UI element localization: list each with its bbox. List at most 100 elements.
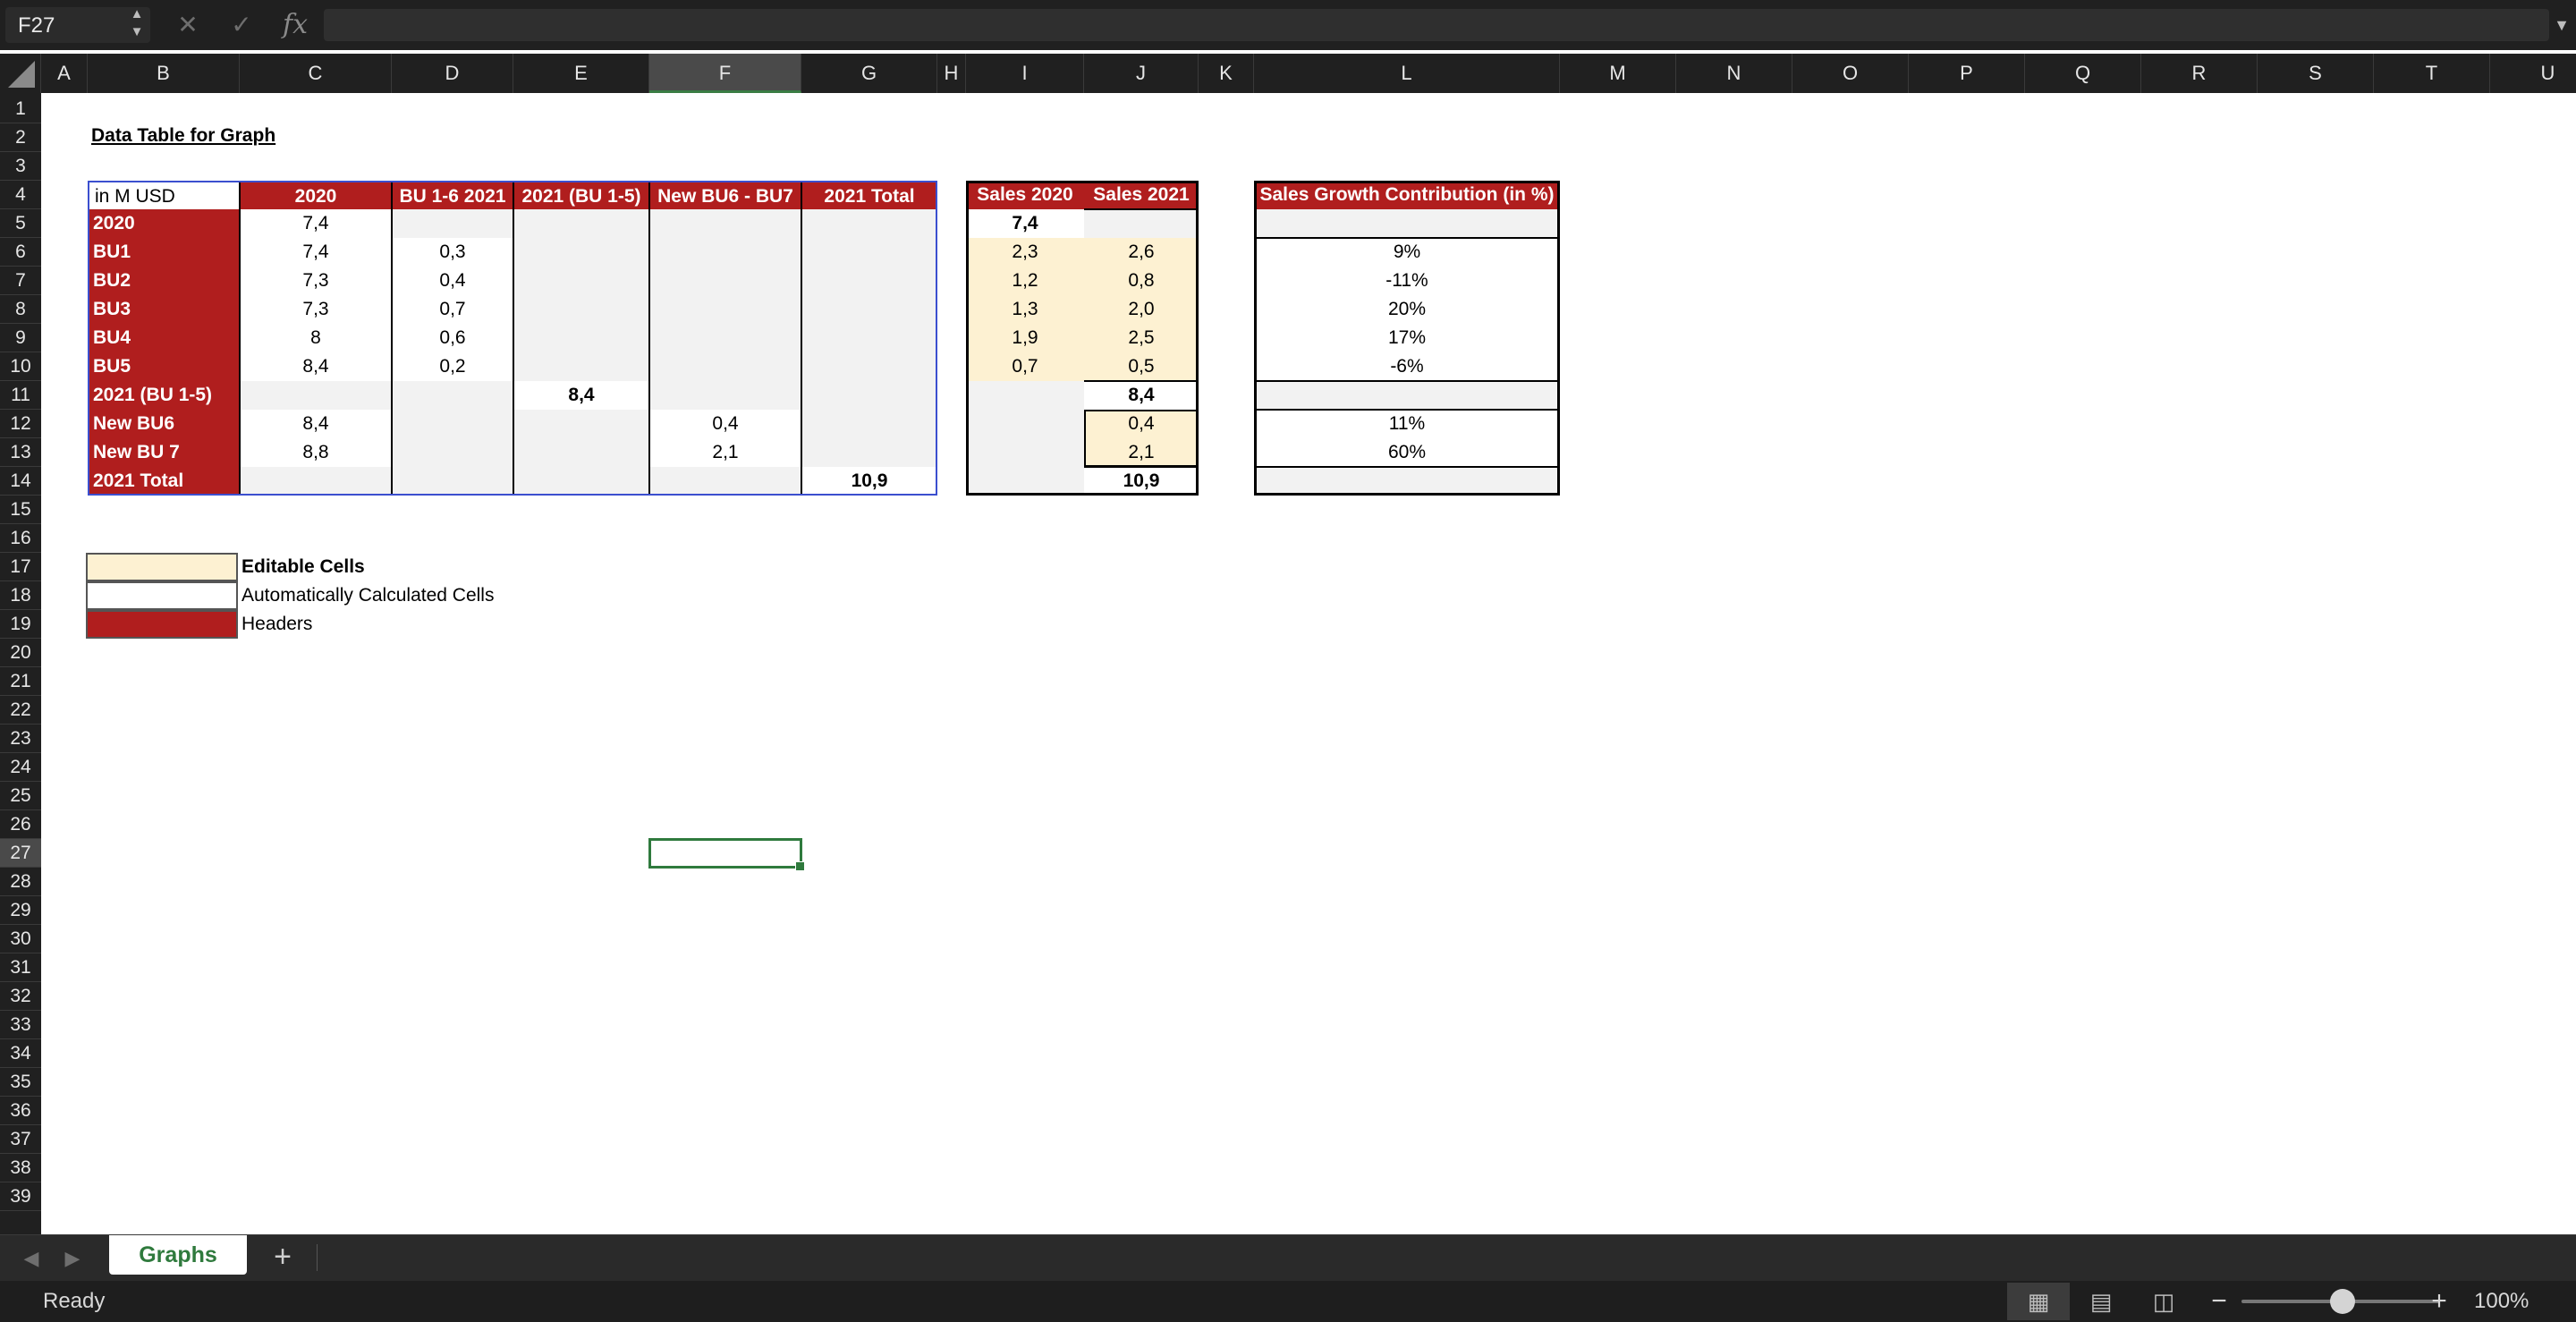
legend-label[interactable]: Automatically Calculated Cells bbox=[242, 581, 494, 610]
sales-cell[interactable]: 2,6 bbox=[1084, 238, 1199, 267]
table-cell[interactable] bbox=[801, 352, 937, 381]
table-cell[interactable] bbox=[240, 381, 392, 410]
table-cell[interactable] bbox=[513, 410, 649, 438]
row-header-10[interactable]: 10 bbox=[0, 352, 41, 381]
row-label[interactable]: BU4 bbox=[88, 324, 240, 352]
name-box-stepper[interactable]: ▲ ▼ bbox=[127, 5, 147, 45]
row-header-27[interactable]: 27 bbox=[0, 839, 41, 868]
table-cell[interactable]: 7,3 bbox=[240, 295, 392, 324]
legend-label[interactable]: Headers bbox=[242, 610, 312, 639]
row-header-18[interactable]: 18 bbox=[0, 581, 41, 610]
row-header-32[interactable]: 32 bbox=[0, 982, 41, 1011]
row-header-14[interactable]: 14 bbox=[0, 467, 41, 496]
table-cell[interactable]: 0,4 bbox=[392, 267, 513, 295]
growth-cell[interactable]: -6% bbox=[1254, 352, 1560, 381]
sales-cell[interactable]: 0,8 bbox=[1084, 267, 1199, 295]
table-cell[interactable]: 0,3 bbox=[392, 238, 513, 267]
growth-cell[interactable] bbox=[1254, 467, 1560, 496]
table-cell[interactable]: 2,1 bbox=[649, 438, 801, 467]
sales-cell[interactable]: 8,4 bbox=[1084, 381, 1199, 410]
growth-header[interactable]: Sales Growth Contribution (in %) bbox=[1254, 181, 1560, 209]
row-header-13[interactable]: 13 bbox=[0, 438, 41, 467]
row-header-19[interactable]: 19 bbox=[0, 610, 41, 639]
column-header-b[interactable]: B bbox=[88, 54, 240, 93]
legend-swatch[interactable] bbox=[86, 610, 238, 639]
table-cell[interactable] bbox=[649, 467, 801, 496]
row-header-6[interactable]: 6 bbox=[0, 238, 41, 267]
table-cell[interactable] bbox=[649, 209, 801, 238]
column-header-r[interactable]: R bbox=[2141, 54, 2258, 93]
row-label[interactable]: New BU6 bbox=[88, 410, 240, 438]
row-header-25[interactable]: 25 bbox=[0, 782, 41, 810]
row-header-37[interactable]: 37 bbox=[0, 1125, 41, 1154]
row-header-4[interactable]: 4 bbox=[0, 181, 41, 209]
table-cell[interactable] bbox=[513, 209, 649, 238]
table-cell[interactable]: 0,2 bbox=[392, 352, 513, 381]
table-cell[interactable] bbox=[649, 238, 801, 267]
zoom-level[interactable]: 100% bbox=[2474, 1281, 2529, 1322]
column-header-l[interactable]: L bbox=[1254, 54, 1560, 93]
sales-cell[interactable]: 10,9 bbox=[1084, 467, 1199, 496]
sales-cell[interactable]: 2,1 bbox=[1084, 438, 1199, 467]
column-header-g[interactable]: G bbox=[801, 54, 937, 93]
row-header-8[interactable]: 8 bbox=[0, 295, 41, 324]
table-cell[interactable]: 7,4 bbox=[240, 209, 392, 238]
row-header-16[interactable]: 16 bbox=[0, 524, 41, 553]
growth-cell[interactable]: -11% bbox=[1254, 267, 1560, 295]
table-cell[interactable] bbox=[392, 467, 513, 496]
spreadsheet-grid[interactable]: Data Table for Graph in M USD 2020 BU 1-6 … bbox=[41, 93, 2576, 1234]
chevron-right-icon[interactable]: ▶ bbox=[59, 1244, 86, 1273]
table-cell[interactable] bbox=[801, 438, 937, 467]
zoom-slider-thumb[interactable] bbox=[2330, 1289, 2355, 1314]
row-label[interactable]: 2020 bbox=[88, 209, 240, 238]
row-header-24[interactable]: 24 bbox=[0, 753, 41, 782]
row-header-28[interactable]: 28 bbox=[0, 868, 41, 896]
table-cell[interactable]: 10,9 bbox=[801, 467, 937, 496]
table-cell[interactable] bbox=[513, 238, 649, 267]
sales-cell[interactable]: 1,2 bbox=[966, 267, 1084, 295]
table-cell[interactable] bbox=[513, 352, 649, 381]
table-cell[interactable] bbox=[801, 267, 937, 295]
page-break-view-button[interactable]: ◫ bbox=[2132, 1283, 2195, 1320]
zoom-in-button[interactable]: + bbox=[2426, 1281, 2453, 1322]
row-header-38[interactable]: 38 bbox=[0, 1154, 41, 1182]
active-cell-selection[interactable] bbox=[648, 838, 805, 871]
sales-cell[interactable]: 1,9 bbox=[966, 324, 1084, 352]
table-cell[interactable]: 7,4 bbox=[240, 238, 392, 267]
sales-cell[interactable] bbox=[966, 381, 1084, 410]
growth-cell[interactable] bbox=[1254, 381, 1560, 410]
sales-cell[interactable] bbox=[966, 410, 1084, 438]
row-header-36[interactable]: 36 bbox=[0, 1097, 41, 1125]
table-cell[interactable] bbox=[513, 324, 649, 352]
table-cell[interactable]: 7,3 bbox=[240, 267, 392, 295]
sales-cell[interactable] bbox=[1084, 209, 1199, 238]
table-cell[interactable] bbox=[240, 467, 392, 496]
row-header-11[interactable]: 11 bbox=[0, 381, 41, 410]
row-header-26[interactable]: 26 bbox=[0, 810, 41, 839]
sales-cell[interactable] bbox=[966, 467, 1084, 496]
row-header-9[interactable]: 9 bbox=[0, 324, 41, 352]
growth-cell[interactable]: 20% bbox=[1254, 295, 1560, 324]
page-layout-view-button[interactable]: ▤ bbox=[2070, 1283, 2132, 1320]
row-header-34[interactable]: 34 bbox=[0, 1039, 41, 1068]
table-cell[interactable]: 0,4 bbox=[649, 410, 801, 438]
chevron-left-icon[interactable]: ◀ bbox=[18, 1244, 45, 1273]
growth-cell[interactable]: 60% bbox=[1254, 438, 1560, 467]
sales-cell[interactable]: 0,4 bbox=[1084, 410, 1199, 438]
row-header-23[interactable]: 23 bbox=[0, 725, 41, 753]
cancel-icon[interactable]: ✕ bbox=[170, 9, 206, 41]
legend-swatch[interactable] bbox=[86, 581, 238, 610]
plus-icon[interactable]: + bbox=[265, 1241, 301, 1273]
growth-cell[interactable] bbox=[1254, 209, 1560, 238]
column-header-j[interactable]: J bbox=[1084, 54, 1199, 93]
sales-header[interactable]: Sales 2021 bbox=[1084, 181, 1199, 209]
table-cell[interactable]: 8,4 bbox=[513, 381, 649, 410]
table-cell[interactable] bbox=[392, 410, 513, 438]
row-header-31[interactable]: 31 bbox=[0, 953, 41, 982]
row-header-20[interactable]: 20 bbox=[0, 639, 41, 667]
sales-cell[interactable]: 0,5 bbox=[1084, 352, 1199, 381]
sales-cell[interactable]: 2,3 bbox=[966, 238, 1084, 267]
table-header[interactable]: 2020 bbox=[240, 181, 392, 209]
normal-view-button[interactable]: ▦ bbox=[2007, 1283, 2070, 1320]
row-label[interactable]: BU3 bbox=[88, 295, 240, 324]
